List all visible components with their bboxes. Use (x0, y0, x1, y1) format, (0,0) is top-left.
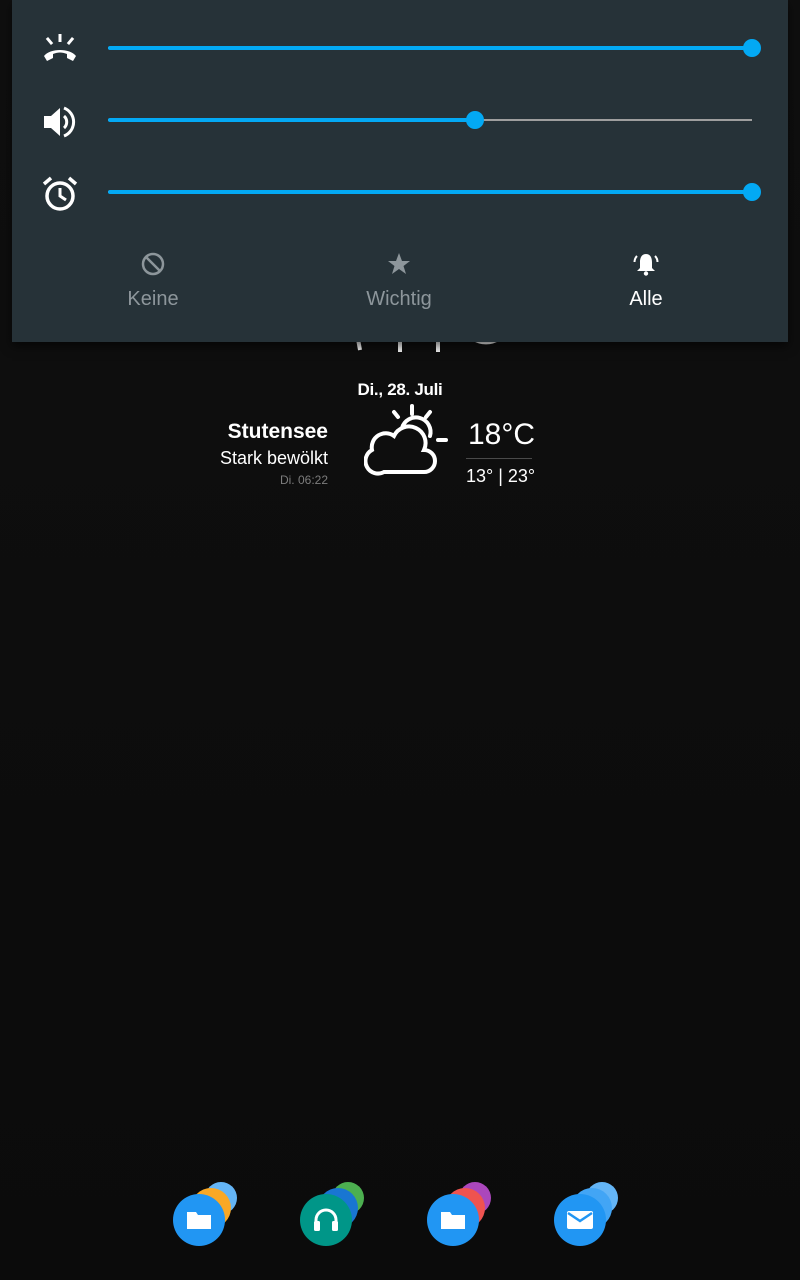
mode-none-button[interactable]: Keine (53, 236, 253, 326)
ringer-off-phone-icon[interactable] (40, 30, 80, 70)
dock-folder-2[interactable] (300, 1180, 380, 1250)
mail-icon (567, 1211, 593, 1229)
weather-condition: Stark bewölkt (219, 448, 328, 468)
media-volume-slider[interactable] (108, 111, 752, 129)
weather-widget[interactable]: Di., 28. Juli Stutensee Stark bewölkt Di… (200, 378, 600, 498)
folder-icon (441, 1212, 465, 1229)
star-icon (388, 253, 410, 274)
mode-priority-button[interactable]: Wichtig (299, 236, 499, 326)
home-screen: Keine Wichtig Alle Di., 28. Juli Stutens… (0, 0, 800, 1280)
ringer-volume-slider[interactable] (108, 39, 761, 57)
weather-city: Stutensee (227, 420, 328, 443)
alarm-volume-slider[interactable] (108, 183, 761, 201)
folder-main-icon (173, 1194, 225, 1246)
bell-icon (633, 254, 659, 276)
ringer-volume-thumb[interactable] (743, 39, 761, 57)
folder-icon (187, 1212, 211, 1229)
weather-range: 13° | 23° (466, 466, 536, 486)
partly-cloudy-icon (364, 404, 448, 476)
volume-panel: Keine Wichtig Alle (12, 0, 788, 342)
media-volume-thumb[interactable] (466, 111, 485, 129)
mode-all-label: Alle (629, 288, 663, 310)
speaker-volume-icon[interactable] (40, 102, 80, 142)
dock-folder-4[interactable] (554, 1180, 634, 1250)
headphones-icon (314, 1208, 338, 1231)
weather-updated-time: Di. 06:22 (279, 473, 328, 487)
weather-date: Di., 28. Juli (357, 380, 443, 399)
folder-main-icon (300, 1194, 352, 1246)
alarm-volume-row (12, 164, 788, 220)
mode-none-label: Keine (127, 288, 179, 310)
folder-main-icon (554, 1194, 606, 1246)
media-volume-row (12, 92, 788, 148)
dock-folder-3[interactable] (427, 1180, 507, 1250)
ringer-volume-row (12, 20, 788, 76)
interruption-mode-selector: Keine Wichtig Alle (12, 236, 788, 326)
block-icon (141, 252, 165, 276)
folder-main-icon (427, 1194, 479, 1246)
mode-priority-label: Wichtig (366, 288, 432, 310)
temperature-divider (466, 458, 532, 459)
alarm-volume-thumb[interactable] (743, 183, 761, 201)
weather-temperature: 18°C (468, 418, 536, 451)
alarm-clock-icon[interactable] (40, 174, 80, 214)
mode-all-button[interactable]: Alle (546, 236, 746, 326)
dock-folder-1[interactable] (173, 1180, 253, 1250)
